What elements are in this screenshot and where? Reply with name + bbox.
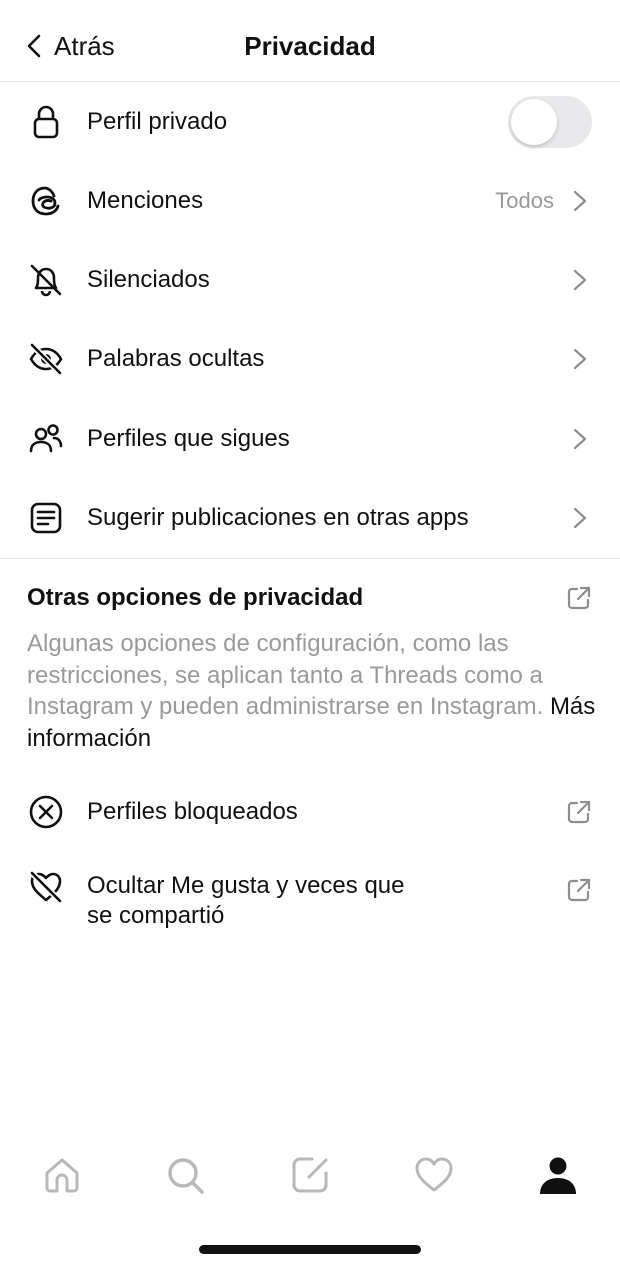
- external-link-icon: [565, 798, 593, 826]
- threads-at-icon: [26, 181, 66, 221]
- setting-label: Menciones: [87, 187, 204, 214]
- people-icon: [26, 419, 66, 459]
- header: Atrás Privacidad: [0, 0, 620, 82]
- heart-icon[interactable]: [409, 1150, 459, 1200]
- hidden-eye-icon: [26, 339, 66, 379]
- blocked-circle-x-icon: [26, 792, 66, 832]
- setting-label: Palabras ocultas: [87, 345, 265, 372]
- setting-label: Sugerir publicaciones en otras apps: [87, 504, 469, 531]
- setting-label: Perfiles bloqueados: [87, 798, 298, 825]
- muted-bell-icon: [26, 260, 66, 300]
- chevron-right-icon: [572, 504, 588, 532]
- post-lines-icon: [26, 498, 66, 538]
- setting-label: Perfiles que sigues: [87, 425, 290, 452]
- chevron-right-icon: [572, 425, 588, 453]
- other-privacy-description: Algunas opciones de configuración, como …: [27, 628, 597, 754]
- setting-suggest-posts[interactable]: Sugerir publicaciones en otras apps: [0, 479, 620, 557]
- label-line-1: Ocultar Me gusta y veces que: [87, 872, 405, 899]
- other-privacy-title: Otras opciones de privacidad: [27, 584, 364, 611]
- setting-label: Perfil privado: [87, 108, 228, 135]
- setting-hidden-words[interactable]: Palabras ocultas: [0, 320, 620, 398]
- mentions-value: Todos: [495, 188, 554, 213]
- hidden-heart-icon: [26, 867, 66, 907]
- setting-hide-likes[interactable]: Ocultar Me gusta y veces que se comparti…: [0, 860, 620, 940]
- chevron-right-icon: [572, 345, 588, 373]
- lock-icon: [26, 102, 66, 142]
- bottom-nav: [0, 1140, 620, 1210]
- toggle-knob: [511, 99, 557, 145]
- setting-followed-profiles[interactable]: Perfiles que sigues: [0, 400, 620, 478]
- external-link-icon[interactable]: [565, 584, 593, 612]
- setting-label: Ocultar Me gusta y veces que se comparti…: [87, 871, 404, 931]
- chevron-right-icon: [572, 187, 588, 215]
- section-divider: [0, 558, 620, 559]
- external-link-icon: [565, 876, 593, 904]
- setting-label: Silenciados: [87, 266, 210, 293]
- private-profile-toggle[interactable]: [508, 96, 592, 148]
- setting-mentions[interactable]: Menciones Todos: [0, 162, 620, 240]
- setting-private-profile[interactable]: Perfil privado: [0, 83, 620, 161]
- description-text: Algunas opciones de configuración, como …: [27, 630, 544, 720]
- profile-icon[interactable]: [533, 1150, 583, 1200]
- search-icon[interactable]: [160, 1150, 210, 1200]
- label-line-2: se compartió: [87, 902, 225, 929]
- setting-blocked-profiles[interactable]: Perfiles bloqueados: [0, 773, 620, 851]
- home-icon[interactable]: [37, 1150, 87, 1200]
- chevron-right-icon: [572, 266, 588, 294]
- home-indicator: [199, 1245, 421, 1254]
- page-title: Privacidad: [244, 31, 376, 61]
- compose-icon[interactable]: [285, 1150, 335, 1200]
- setting-muted[interactable]: Silenciados: [0, 241, 620, 319]
